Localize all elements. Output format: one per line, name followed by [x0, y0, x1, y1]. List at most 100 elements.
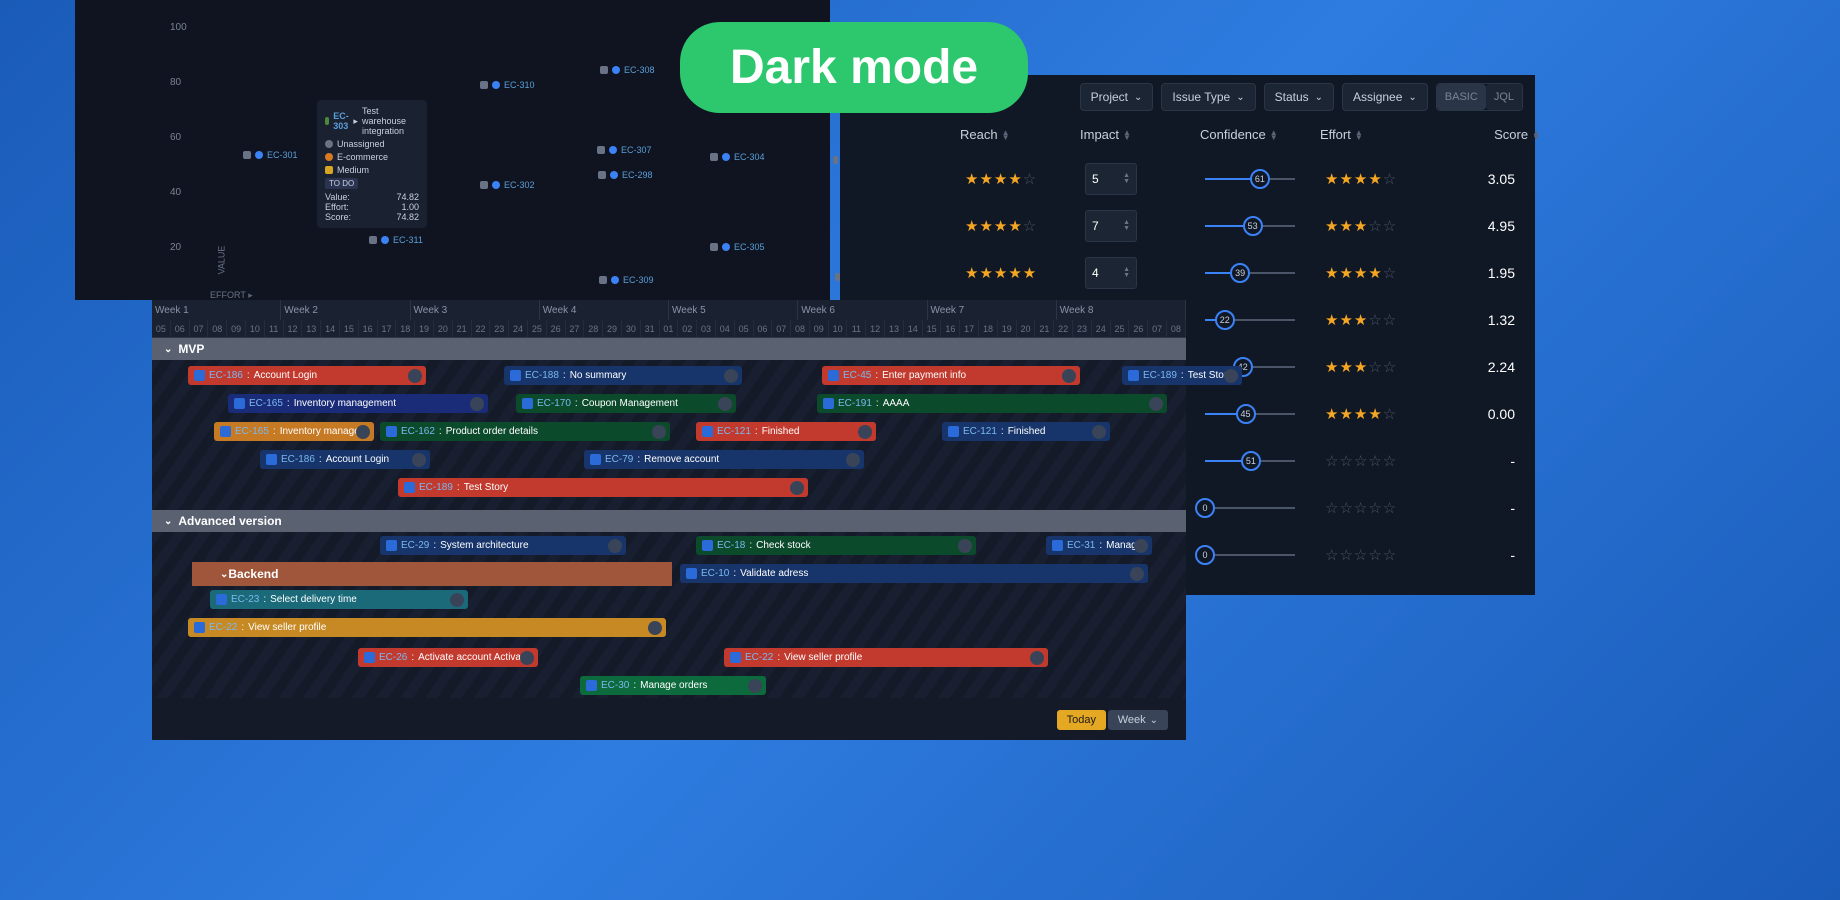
reach-stars[interactable]: ★★★★☆: [965, 217, 1085, 235]
week-dropdown[interactable]: Week⌄: [1108, 710, 1168, 730]
timeline-bar[interactable]: EC-45: Enter payment info: [822, 366, 1080, 385]
table-row: ★★★★☆7▲▼53★★★☆☆4.95: [840, 202, 1535, 249]
day-label: 28: [584, 320, 603, 337]
day-label: 19: [998, 320, 1017, 337]
confidence-slider[interactable]: 0: [1205, 505, 1325, 511]
timeline-bar[interactable]: EC-22: View seller profile: [188, 618, 666, 637]
timeline-bar[interactable]: EC-79: Remove account: [584, 450, 864, 469]
task-icon: [510, 370, 521, 381]
task-icon: [386, 426, 397, 437]
filter-status[interactable]: Status⌄: [1264, 83, 1334, 111]
scatter-point[interactable]: EC-310: [480, 80, 535, 90]
timeline-bar[interactable]: EC-30: Manage orders: [580, 676, 766, 695]
mode-jql[interactable]: JQL: [1486, 84, 1522, 110]
task-icon: [386, 540, 397, 551]
filter-project[interactable]: Project⌄: [1080, 83, 1154, 111]
effort-stars[interactable]: ★★★☆☆: [1325, 217, 1445, 235]
filter-assignee[interactable]: Assignee⌄: [1342, 83, 1428, 111]
effort-stars[interactable]: ★★★★☆: [1325, 170, 1445, 188]
task-icon: [828, 370, 839, 381]
effort-stars[interactable]: ★★★☆☆: [1325, 358, 1445, 376]
col-effort[interactable]: Effort▲▼: [1320, 127, 1440, 142]
timeline-bar[interactable]: EC-22: View seller profile: [724, 648, 1048, 667]
scatter-point[interactable]: EC-298: [598, 170, 653, 180]
timeline-bar[interactable]: EC-186: Account Login: [260, 450, 430, 469]
impact-cell[interactable]: 7▲▼: [1085, 210, 1205, 242]
confidence-slider[interactable]: 61: [1205, 176, 1325, 182]
scatter-point[interactable]: EC-305: [710, 242, 765, 252]
group-advanced[interactable]: ⌄Advanced version: [152, 510, 1186, 532]
scatter-point[interactable]: EC-304: [710, 152, 765, 162]
col-reach[interactable]: Reach▲▼: [960, 127, 1080, 142]
effort-stars[interactable]: ☆☆☆☆☆: [1325, 546, 1445, 564]
confidence-slider[interactable]: 0: [1205, 552, 1325, 558]
effort-stars[interactable]: ★★★★☆: [1325, 264, 1445, 282]
scatter-tooltip: EC-303▸Test warehouse integration Unassi…: [317, 100, 427, 228]
impact-cell[interactable]: 4▲▼: [1085, 257, 1205, 289]
timeline-bar[interactable]: EC-188: No summary: [504, 366, 742, 385]
scatter-point[interactable]: EC-309: [599, 275, 654, 285]
filter-issue-type[interactable]: Issue Type⌄: [1161, 83, 1255, 111]
day-label: 14: [321, 320, 340, 337]
timeline-bar[interactable]: EC-165: Inventory management: [228, 394, 488, 413]
scatter-point[interactable]: EC-301: [243, 150, 298, 160]
timeline-bar[interactable]: EC-189: Test Story: [398, 478, 808, 497]
scatter-point[interactable]: EC-302: [480, 180, 535, 190]
col-confidence[interactable]: Confidence▲▼: [1200, 127, 1320, 142]
timeline-bar[interactable]: EC-23: Select delivery time: [210, 590, 468, 609]
timeline-bar[interactable]: EC-189: Test Story: [1122, 366, 1242, 385]
confidence-slider[interactable]: 45: [1205, 411, 1325, 417]
timeline-bar[interactable]: EC-186: Account Login: [188, 366, 426, 385]
group-backend[interactable]: ⌄Backend: [192, 562, 672, 586]
timeline-bar[interactable]: EC-121: Finished: [942, 422, 1110, 441]
timeline-bar[interactable]: EC-121: Finished: [696, 422, 876, 441]
effort-stars[interactable]: ★★★☆☆: [1325, 311, 1445, 329]
timeline-bar[interactable]: EC-162: Product order details: [380, 422, 670, 441]
timeline-bar[interactable]: EC-170: Coupon Management: [516, 394, 736, 413]
timeline-bar[interactable]: EC-29: System architecture: [380, 536, 626, 555]
timeline-bar[interactable]: EC-26: Activate account Activa: [358, 648, 538, 667]
timeline-bar[interactable]: EC-10: Validate adress: [680, 564, 1148, 583]
task-icon: [266, 454, 277, 465]
effort-stars[interactable]: ☆☆☆☆☆: [1325, 452, 1445, 470]
mode-basic[interactable]: BASIC: [1437, 84, 1486, 110]
confidence-slider[interactable]: 39: [1205, 270, 1325, 276]
spinner-icon[interactable]: ▲▼: [1123, 220, 1130, 232]
day-label: 16: [359, 320, 378, 337]
timeline-bar[interactable]: EC-18: Check stock: [696, 536, 976, 555]
group-mvp[interactable]: ⌄MVP: [152, 338, 1186, 360]
y-tick: 40: [170, 187, 181, 198]
scatter-point[interactable]: EC-311: [369, 235, 423, 245]
avatar: [790, 481, 804, 495]
spinner-icon[interactable]: ▲▼: [1123, 267, 1130, 279]
effort-stars[interactable]: ☆☆☆☆☆: [1325, 499, 1445, 517]
week-label: Week 8: [1057, 300, 1186, 320]
day-label: 16: [941, 320, 960, 337]
today-button[interactable]: Today: [1057, 710, 1106, 730]
day-label: 21: [453, 320, 472, 337]
effort-stars[interactable]: ★★★★☆: [1325, 405, 1445, 423]
scatter-point[interactable]: EC-307: [597, 145, 652, 155]
reach-stars[interactable]: ★★★★☆: [965, 170, 1085, 188]
col-score[interactable]: Score▲▼: [1440, 127, 1540, 142]
table-row: ★★★★★4▲▼39★★★★☆1.95: [840, 249, 1535, 296]
day-label: 01: [660, 320, 679, 337]
reach-stars[interactable]: ★★★★★: [965, 264, 1085, 282]
day-label: 05: [735, 320, 754, 337]
scatter-point[interactable]: EC-308: [600, 65, 655, 75]
avatar: [846, 453, 860, 467]
avatar: [858, 425, 872, 439]
day-label: 23: [1073, 320, 1092, 337]
timeline-bar[interactable]: EC-31: Manage: [1046, 536, 1152, 555]
confidence-slider[interactable]: 53: [1205, 223, 1325, 229]
confidence-slider[interactable]: 51: [1205, 458, 1325, 464]
col-impact[interactable]: Impact▲▼: [1080, 127, 1200, 142]
spinner-icon[interactable]: ▲▼: [1123, 173, 1130, 185]
impact-cell[interactable]: 5▲▼: [1085, 163, 1205, 195]
timeline-bar[interactable]: EC-191: AAAA: [817, 394, 1167, 413]
day-label: 13: [302, 320, 321, 337]
confidence-slider[interactable]: 22: [1205, 317, 1325, 323]
timeline-bar[interactable]: EC-165: Inventory manage: [214, 422, 374, 441]
task-icon: [364, 652, 375, 663]
task-icon: [590, 454, 601, 465]
